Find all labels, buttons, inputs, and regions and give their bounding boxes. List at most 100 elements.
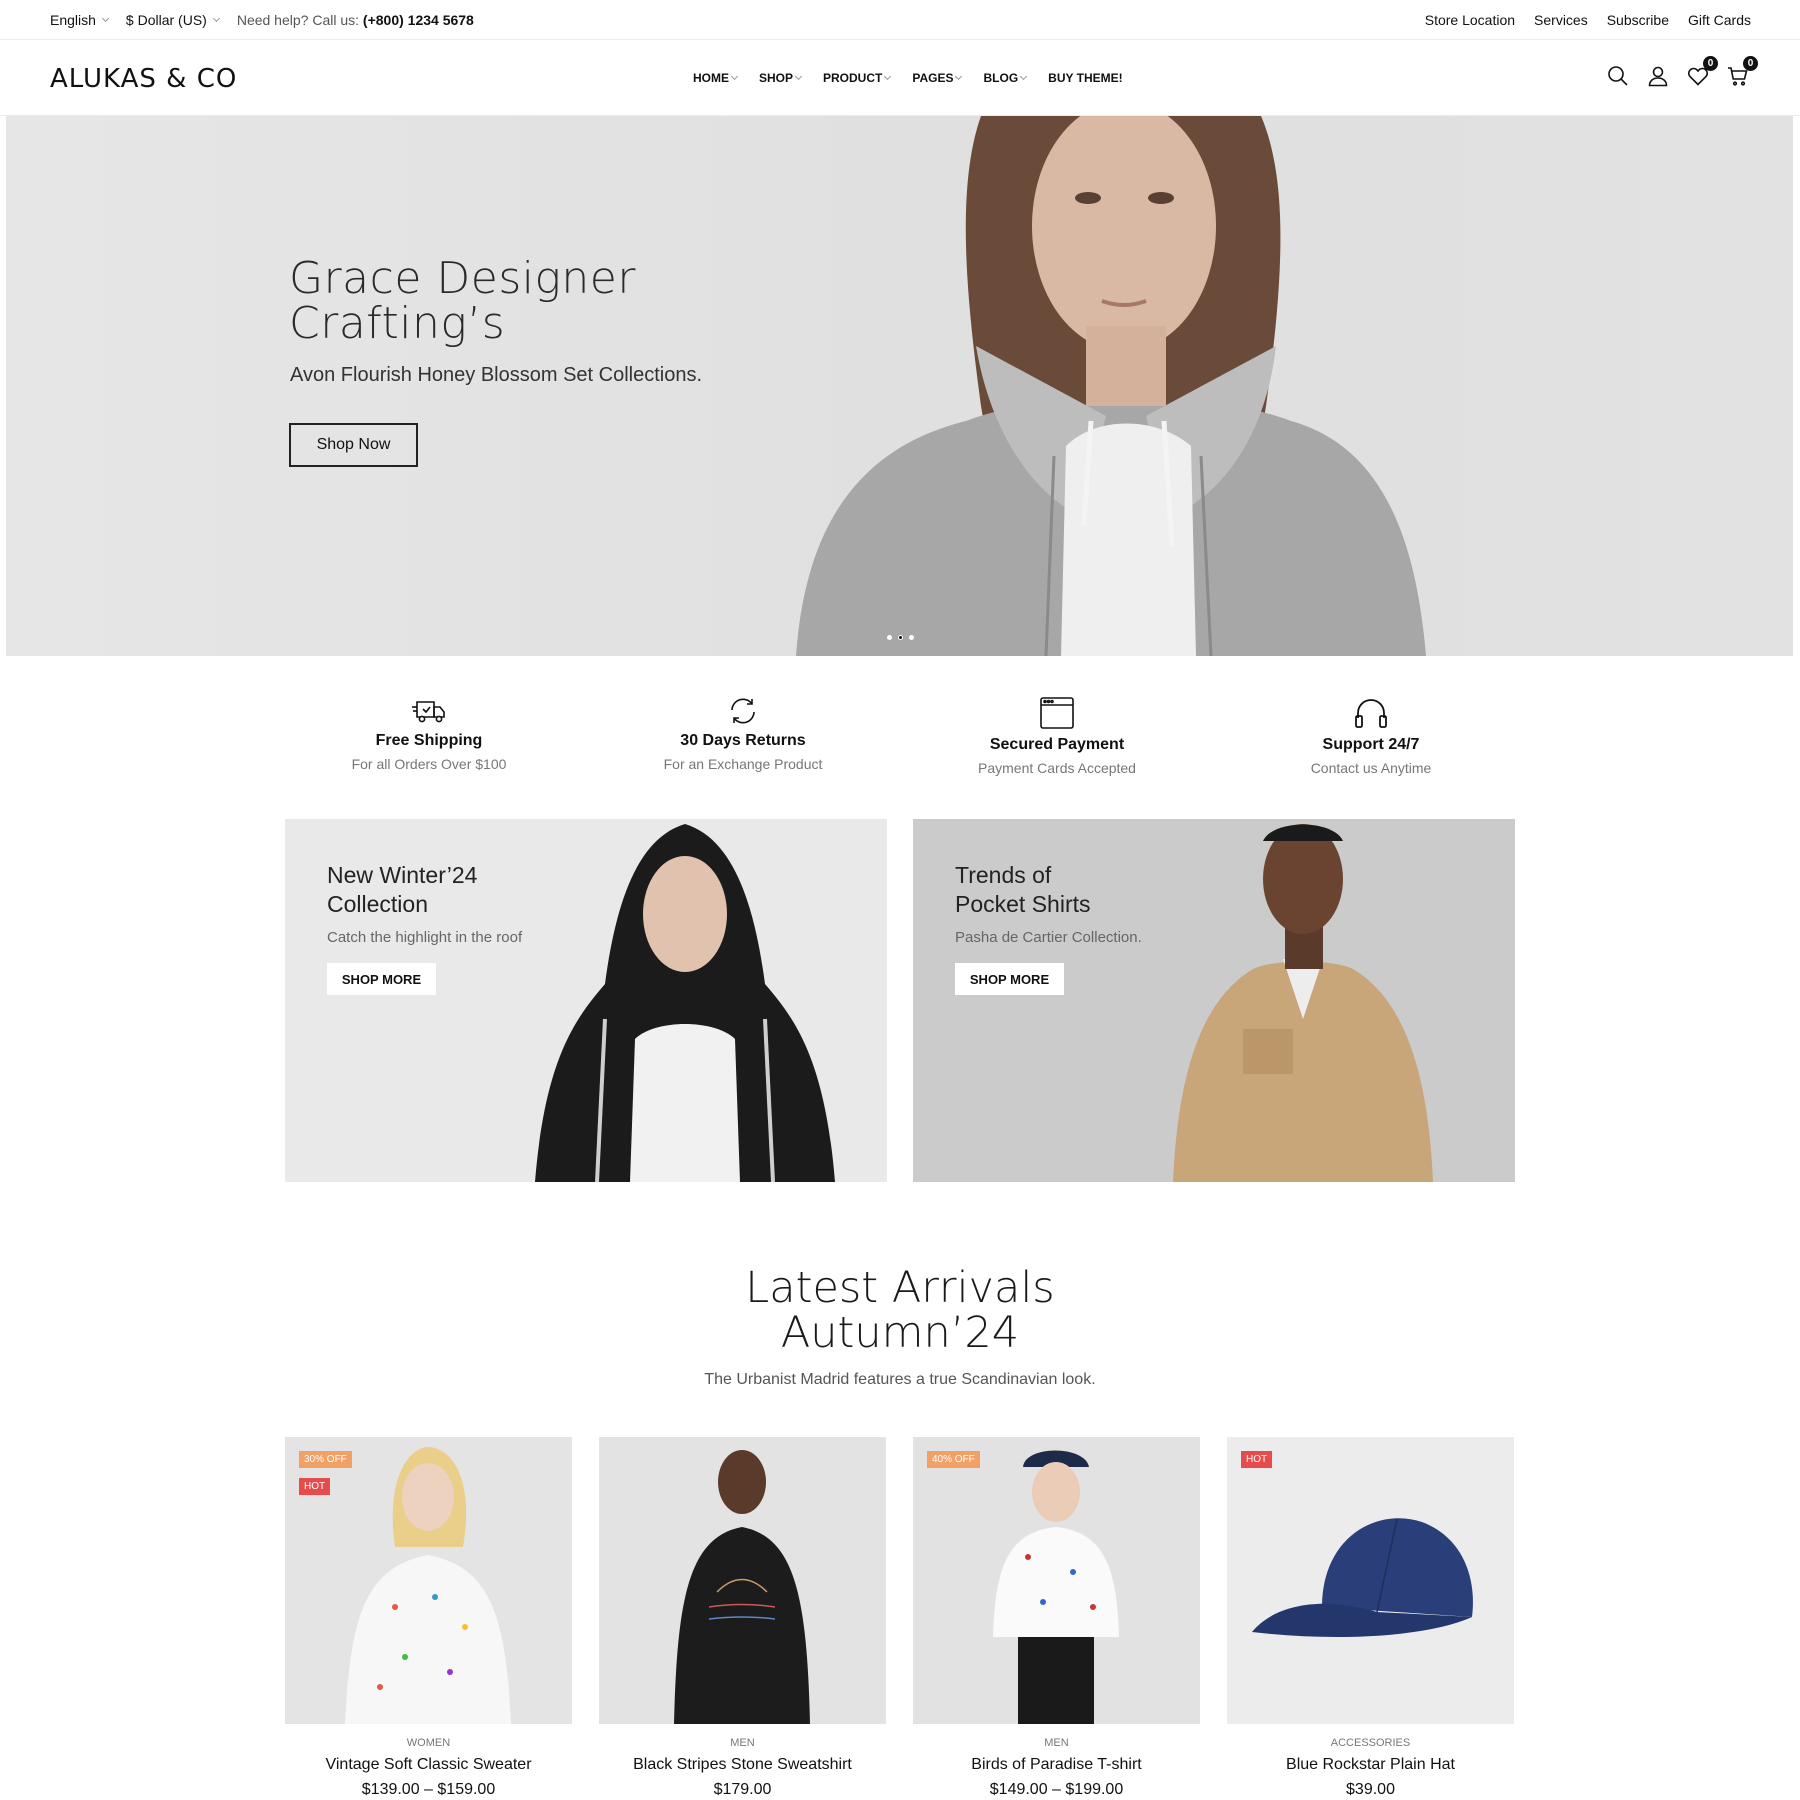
main-header: ALUKAS & CO HOME SHOP PRODUCT PAGES BLOG… bbox=[0, 40, 1800, 116]
feature-subtitle: For an Exchange Product bbox=[663, 756, 823, 772]
product-image[interactable]: 30% OFF HOT bbox=[285, 1437, 572, 1724]
product-price: $179.00 bbox=[713, 1781, 772, 1798]
nav-label: BUY THEME! bbox=[1048, 71, 1123, 85]
slider-dot-active[interactable] bbox=[898, 635, 903, 640]
chevron-down-icon bbox=[794, 72, 803, 80]
hero-model-image bbox=[796, 116, 1426, 656]
product-category[interactable]: MEN bbox=[599, 1737, 886, 1749]
product-card[interactable]: HOT ACCESSORIES Blue Rockstar Plain Hat … bbox=[1227, 1437, 1514, 1799]
hero-title: Grace Designer Crafting’s bbox=[289, 256, 636, 346]
banner-title-line: Pocket Shirts bbox=[955, 891, 1091, 917]
product-price: $139.00 – $159.00 bbox=[361, 1781, 496, 1798]
currency-selector[interactable]: $ Dollar (US) bbox=[125, 12, 220, 28]
nav-blog[interactable]: BLOG bbox=[983, 71, 1028, 85]
nav-pages[interactable]: PAGES bbox=[912, 71, 963, 85]
account-icon[interactable] bbox=[1646, 64, 1670, 88]
store-location-link[interactable]: Store Location bbox=[1425, 12, 1515, 28]
nav-label: BLOG bbox=[983, 71, 1019, 85]
banner-subtitle: Pasha de Cartier Collection. bbox=[955, 929, 1142, 946]
product-category[interactable]: MEN bbox=[913, 1737, 1200, 1749]
product-photo-hat bbox=[1252, 1518, 1473, 1637]
slider-dot[interactable] bbox=[887, 635, 892, 640]
feature-returns: 30 Days Returns For an Exchange Product bbox=[633, 696, 853, 772]
feature-subtitle: Payment Cards Accepted bbox=[978, 760, 1136, 776]
chevron-down-icon bbox=[1020, 72, 1028, 80]
nav-product[interactable]: PRODUCT bbox=[823, 71, 892, 85]
help-phone[interactable]: (+800) 1234 5678 bbox=[363, 12, 474, 28]
product-category[interactable]: ACCESSORIES bbox=[1227, 1737, 1514, 1749]
logo[interactable]: ALUKAS & CO bbox=[50, 64, 237, 94]
banner-title-line: Trends of bbox=[955, 862, 1052, 888]
banner-title: New Winter’24 Collection bbox=[327, 861, 477, 919]
shop-now-button[interactable]: Shop Now bbox=[289, 423, 418, 467]
product-image[interactable] bbox=[599, 1437, 886, 1724]
product-category[interactable]: WOMEN bbox=[285, 1737, 572, 1749]
nav-buy-theme[interactable]: BUY THEME! bbox=[1048, 71, 1122, 85]
wishlist-icon[interactable]: 0 bbox=[1686, 56, 1718, 88]
hot-badge: HOT bbox=[299, 1478, 331, 1495]
product-image[interactable]: HOT bbox=[1227, 1437, 1514, 1724]
chevron-down-icon bbox=[101, 14, 109, 22]
header-icons: 0 0 bbox=[1606, 56, 1758, 88]
discount-badge: 40% OFF bbox=[927, 1451, 980, 1468]
product-name[interactable]: Birds of Paradise T-shirt bbox=[913, 1756, 1200, 1774]
section-title-line: Latest Arrivals bbox=[745, 1263, 1055, 1313]
discount-badge: 30% OFF bbox=[299, 1451, 352, 1468]
nav-label: PAGES bbox=[912, 71, 954, 85]
cart-count-badge: 0 bbox=[1743, 56, 1758, 71]
search-icon[interactable] bbox=[1606, 64, 1630, 88]
chevron-down-icon bbox=[955, 72, 963, 80]
product-name[interactable]: Black Stripes Stone Sweatshirt bbox=[599, 1756, 886, 1774]
gift-cards-link[interactable]: Gift Cards bbox=[1688, 12, 1751, 28]
return-icon bbox=[731, 698, 755, 724]
currency-label: $ Dollar (US) bbox=[125, 12, 207, 28]
hot-badge: HOT bbox=[1241, 1451, 1273, 1468]
shop-more-button[interactable]: SHOP MORE bbox=[327, 963, 436, 995]
payment-window-icon bbox=[1040, 697, 1074, 729]
language-label: English bbox=[50, 12, 96, 28]
nav-home[interactable]: HOME bbox=[693, 71, 739, 85]
hero-title-line: Grace Designer bbox=[289, 253, 636, 304]
feature-secured-payment: Secured Payment Payment Cards Accepted bbox=[947, 696, 1167, 776]
language-selector[interactable]: English bbox=[50, 12, 109, 28]
headphones-icon bbox=[1355, 699, 1387, 728]
product-photo-sweatshirt bbox=[674, 1450, 810, 1724]
feature-title: Free Shipping bbox=[375, 732, 483, 749]
hero-slider[interactable]: Grace Designer Crafting’s Avon Flourish … bbox=[6, 116, 1793, 656]
banner-subtitle: Catch the highlight in the roof bbox=[327, 929, 523, 946]
product-name[interactable]: Blue Rockstar Plain Hat bbox=[1227, 1756, 1514, 1774]
cart-icon[interactable]: 0 bbox=[1726, 56, 1758, 88]
services-link[interactable]: Services bbox=[1534, 12, 1588, 28]
product-image[interactable]: 40% OFF bbox=[913, 1437, 1200, 1724]
truck-icon bbox=[412, 701, 445, 723]
product-card[interactable]: MEN Black Stripes Stone Sweatshirt $179.… bbox=[599, 1437, 886, 1799]
nav-shop[interactable]: SHOP bbox=[759, 71, 803, 85]
chevron-down-icon bbox=[212, 14, 220, 22]
product-price: $149.00 – $199.00 bbox=[989, 1781, 1124, 1798]
banner-winter-collection[interactable]: New Winter’24 Collection Catch the highl… bbox=[285, 819, 887, 1182]
chevron-down-icon bbox=[884, 72, 892, 80]
help-line: Need help? Call us: (+800) 1234 5678 bbox=[237, 12, 474, 28]
wishlist-count-badge: 0 bbox=[1703, 56, 1718, 71]
slider-dot[interactable] bbox=[909, 635, 914, 640]
product-card[interactable]: 30% OFF HOT WOMEN Vintage Soft Classic S… bbox=[285, 1437, 572, 1799]
hero-title-line: Crafting’s bbox=[289, 298, 506, 349]
nav-label: PRODUCT bbox=[823, 71, 883, 85]
feature-subtitle: Contact us Anytime bbox=[1310, 760, 1432, 776]
feature-title: 30 Days Returns bbox=[680, 732, 806, 749]
section-title-line: Autumn’24 bbox=[780, 1308, 1020, 1358]
product-name[interactable]: Vintage Soft Classic Sweater bbox=[285, 1756, 572, 1774]
nav-label: HOME bbox=[693, 71, 729, 85]
banner-title-line: New Winter’24 bbox=[327, 862, 478, 888]
slider-dots bbox=[887, 635, 914, 640]
banner-pocket-shirts[interactable]: Trends of Pocket Shirts Pasha de Cartier… bbox=[913, 819, 1515, 1182]
subscribe-link[interactable]: Subscribe bbox=[1607, 12, 1669, 28]
feature-title: Support 24/7 bbox=[1322, 736, 1420, 753]
latest-arrivals-subtitle: The Urbanist Madrid features a true Scan… bbox=[704, 1371, 1096, 1388]
top-bar: English $ Dollar (US) Need help? Call us… bbox=[0, 0, 1800, 40]
banner-title-line: Collection bbox=[327, 891, 428, 917]
product-card[interactable]: 40% OFF MEN Birds of Paradise T-shirt $1… bbox=[913, 1437, 1200, 1799]
shop-more-button[interactable]: SHOP MORE bbox=[955, 963, 1064, 995]
hero-subtitle: Avon Flourish Honey Blossom Set Collecti… bbox=[290, 364, 703, 386]
main-nav: HOME SHOP PRODUCT PAGES BLOG BUY THEME! bbox=[693, 40, 1123, 116]
